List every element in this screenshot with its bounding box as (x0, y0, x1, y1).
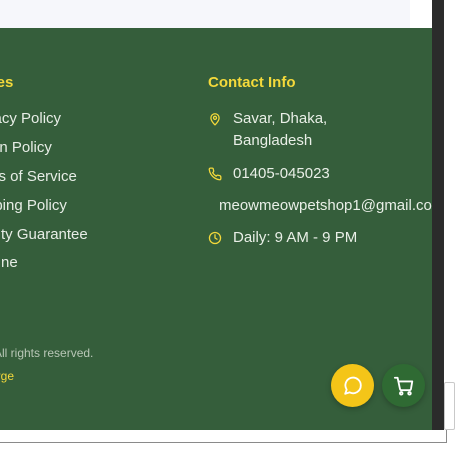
return-policy-link[interactable]: urn Policy (0, 139, 52, 156)
clock-icon (208, 231, 222, 245)
contact-info-heading: Contact Info (208, 74, 296, 91)
chat-button[interactable] (331, 364, 374, 407)
contact-address: Savar, Dhaka, Bangladesh (208, 108, 448, 152)
email-address[interactable]: meowmeowpetshop1@gmail.com (219, 197, 444, 214)
opening-hours: Daily: 9 AM - 9 PM (233, 229, 358, 246)
cart-button[interactable] (382, 364, 425, 407)
horizontal-scrollbar[interactable] (0, 430, 447, 443)
contact-hours: Daily: 9 AM - 9 PM (208, 227, 448, 249)
map-pin-icon (210, 113, 220, 126)
developer-credit-link[interactable]: orge (0, 369, 14, 383)
quality-guarantee-link[interactable]: ality Guarantee (0, 226, 88, 243)
terms-of-service-link[interactable]: ms of Service (0, 168, 77, 185)
shopping-cart-icon (393, 376, 413, 396)
chat-bubble-icon (343, 376, 362, 395)
helpline-link[interactable]: pline (0, 254, 18, 271)
policies-heading: icies (0, 74, 14, 91)
contact-phone: 01405-045023 (208, 163, 448, 185)
address-line-2: Bangladesh (233, 132, 313, 149)
scrollbar-track[interactable] (432, 0, 444, 430)
page-content-bottom (0, 0, 410, 28)
phone-icon (208, 167, 222, 181)
scrollbar-thumb[interactable] (444, 382, 455, 430)
address-line-1: Savar, Dhaka, (233, 110, 328, 127)
copyright-text: All rights reserved. (0, 346, 94, 360)
shipping-policy-link[interactable]: pping Policy (0, 197, 67, 214)
privacy-policy-link[interactable]: vacy Policy (0, 110, 61, 127)
phone-number[interactable]: 01405-045023 (233, 163, 330, 185)
